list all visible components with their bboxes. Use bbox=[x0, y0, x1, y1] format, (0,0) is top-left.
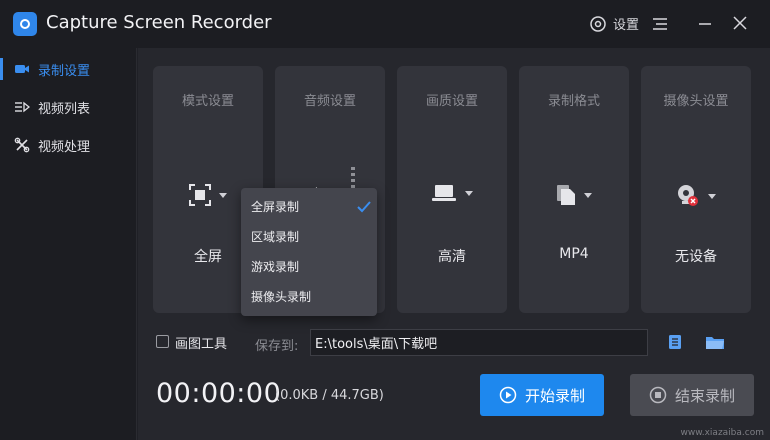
chevron-down-icon bbox=[584, 192, 592, 198]
sidebar-item-label: 录制设置 bbox=[38, 63, 91, 79]
dropdown-item-region[interactable]: 区域录制 bbox=[241, 222, 377, 252]
format-settings-card[interactable]: 录制格式 MP4 bbox=[519, 66, 629, 313]
card-value: 高清 bbox=[438, 249, 466, 265]
sidebar-item-label: 视频处理 bbox=[38, 139, 91, 155]
settings-button[interactable]: 设置 bbox=[589, 14, 639, 33]
laptop-icon bbox=[432, 185, 456, 201]
sidebar-item-label: 视频列表 bbox=[38, 101, 91, 117]
watermark: www.xiazaiba.com bbox=[680, 428, 764, 438]
end-recording-label: 结束录制 bbox=[674, 387, 735, 405]
tools-icon bbox=[14, 137, 30, 153]
gear-icon bbox=[590, 15, 606, 32]
list-icon bbox=[15, 101, 30, 113]
sidebar-item-video-processing[interactable]: 视频处理 bbox=[0, 126, 136, 164]
start-recording-button[interactable]: 开始录制 bbox=[480, 374, 604, 416]
save-to-label: 保存到: bbox=[255, 339, 299, 354]
webcam-settings-card[interactable]: 摄像头设置 无设备 bbox=[641, 66, 751, 313]
webcam-selector[interactable] bbox=[641, 184, 751, 208]
card-value: 无设备 bbox=[675, 249, 717, 265]
dropdown-item-fullscreen[interactable]: 全屏录制 bbox=[241, 192, 377, 222]
folder-icon[interactable] bbox=[705, 334, 725, 350]
card-title: 音频设置 bbox=[303, 94, 356, 109]
webcam-icon bbox=[678, 185, 698, 206]
file-icon bbox=[557, 185, 575, 205]
app-title: Capture Screen Recorder bbox=[46, 12, 272, 33]
quality-selector[interactable] bbox=[397, 184, 507, 202]
sidebar: 录制设置 视频列表 视频处理 bbox=[0, 48, 137, 440]
quality-settings-card[interactable]: 画质设置 高清 bbox=[397, 66, 507, 313]
sidebar-item-video-list[interactable]: 视频列表 bbox=[0, 88, 136, 126]
card-title: 模式设置 bbox=[181, 94, 234, 109]
mode-dropdown-menu: 全屏录制 区域录制 游戏录制 摄像头录制 bbox=[241, 188, 377, 316]
chevron-down-icon bbox=[465, 190, 473, 196]
fullscreen-icon bbox=[189, 184, 211, 206]
app-logo-icon bbox=[13, 12, 37, 36]
start-recording-label: 开始录制 bbox=[524, 387, 585, 405]
dropdown-item-webcam[interactable]: 摄像头录制 bbox=[241, 282, 377, 312]
dropdown-item-label: 区域录制 bbox=[251, 230, 300, 244]
end-recording-button[interactable]: 结束录制 bbox=[630, 374, 754, 416]
card-title: 画质设置 bbox=[425, 94, 478, 109]
dropdown-item-label: 游戏录制 bbox=[251, 260, 300, 274]
chevron-down-icon bbox=[708, 193, 716, 199]
close-icon[interactable] bbox=[732, 15, 748, 31]
storage-size: (0.0KB / 44.7GB) bbox=[275, 388, 384, 403]
camera-icon bbox=[15, 65, 29, 73]
file-list-icon[interactable] bbox=[667, 334, 683, 350]
chevron-down-icon bbox=[219, 192, 227, 198]
save-path-input[interactable] bbox=[310, 329, 648, 356]
dropdown-item-label: 摄像头录制 bbox=[251, 290, 312, 304]
recording-timer: 00:00:00 bbox=[156, 378, 282, 409]
menu-icon[interactable] bbox=[652, 17, 668, 31]
sidebar-item-record-settings[interactable]: 录制设置 bbox=[0, 50, 136, 88]
card-value: MP4 bbox=[559, 246, 589, 262]
check-icon bbox=[357, 201, 371, 213]
dropdown-item-label: 全屏录制 bbox=[251, 200, 300, 214]
minimize-icon[interactable] bbox=[698, 17, 712, 31]
title-bar: Capture Screen Recorder 设置 bbox=[0, 0, 770, 48]
draw-tool-checkbox[interactable] bbox=[156, 335, 169, 348]
format-selector[interactable] bbox=[519, 184, 629, 206]
dropdown-item-game[interactable]: 游戏录制 bbox=[241, 252, 377, 282]
main-panel: 模式设置 全屏 音频设置 画质设置 高清 录制格式 MP4 摄像头设置 无设备 … bbox=[138, 48, 770, 440]
card-title: 摄像头设置 bbox=[663, 94, 729, 109]
draw-tool-label: 画图工具 bbox=[175, 337, 228, 352]
stop-icon bbox=[649, 386, 667, 404]
settings-label: 设置 bbox=[613, 18, 640, 33]
card-title: 录制格式 bbox=[547, 94, 600, 109]
play-icon bbox=[499, 386, 517, 404]
